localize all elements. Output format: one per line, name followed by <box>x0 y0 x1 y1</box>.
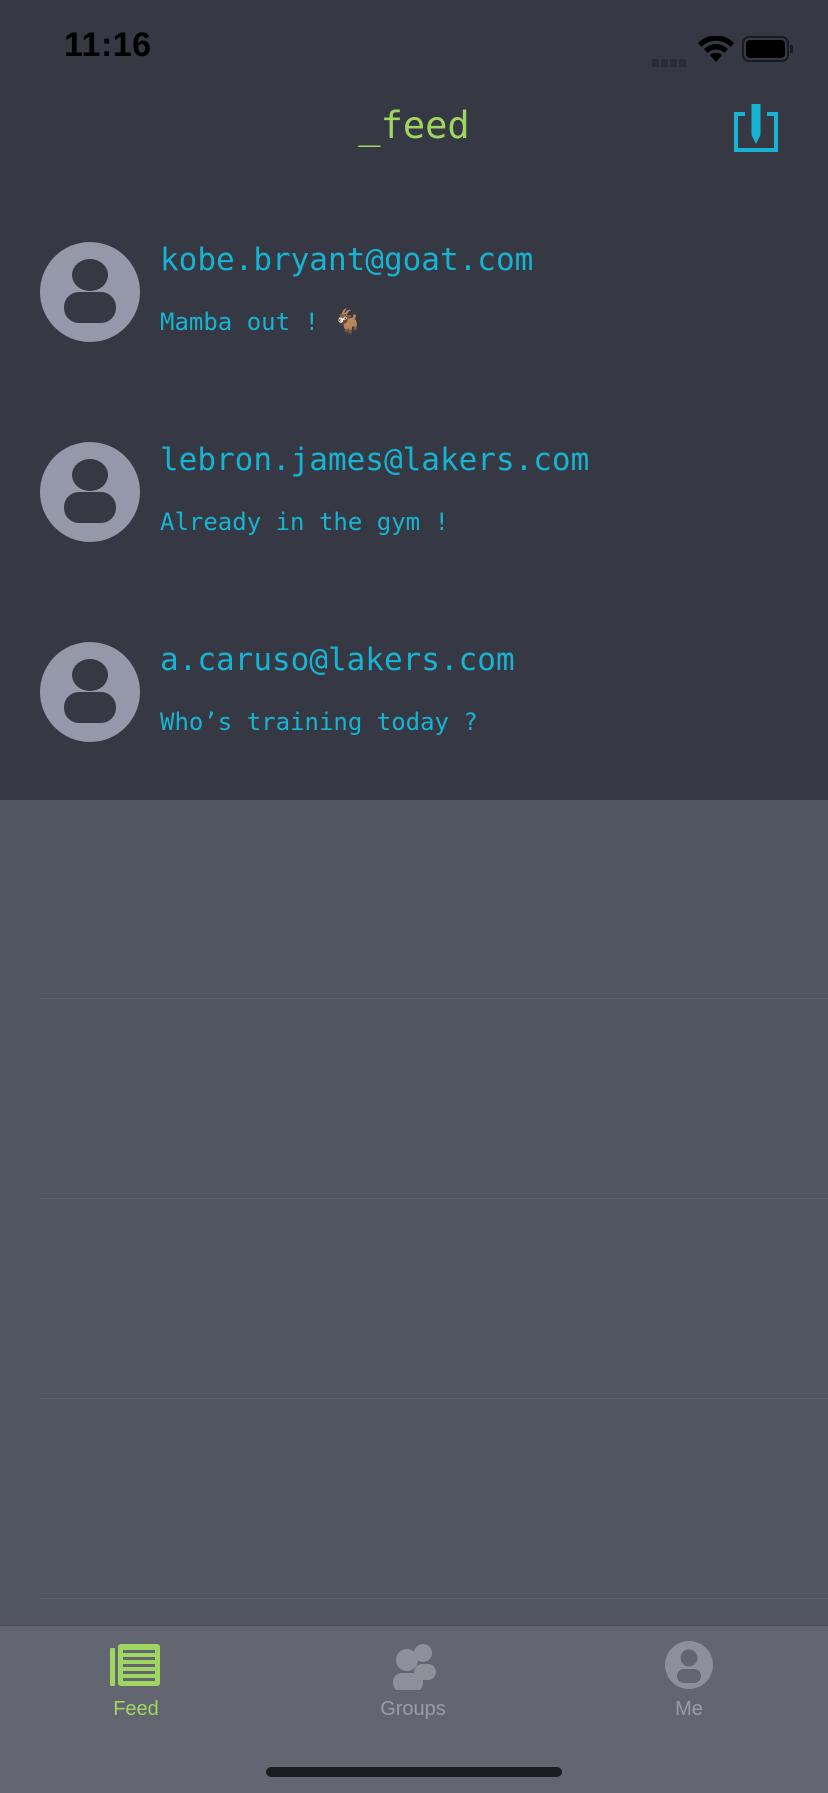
avatar <box>40 642 140 742</box>
empty-row-separator <box>40 998 828 999</box>
people-icon <box>393 1644 436 1690</box>
tab-label: Groups <box>380 1698 446 1720</box>
feed-post-row[interactable]: lebron.james@lakers.com Already in the g… <box>0 400 828 600</box>
home-indicator <box>266 1767 562 1777</box>
avatar <box>40 442 140 542</box>
battery-icon <box>742 36 793 62</box>
cellular-signal-icon <box>652 52 690 67</box>
feed-post-row[interactable]: kobe.bryant@goat.com Mamba out ! 🐐 <box>0 200 828 400</box>
wifi-icon <box>698 36 734 62</box>
post-message: Who’s training today ? <box>160 708 478 736</box>
post-message: Already in the gym ! <box>160 508 449 536</box>
person-icon <box>665 1641 713 1689</box>
tab-label: Me <box>675 1698 703 1720</box>
post-author-email: kobe.bryant@goat.com <box>160 242 534 278</box>
status-bar: 11:16 <box>0 0 828 96</box>
tab-me[interactable]: Me <box>599 1640 779 1721</box>
empty-row-separator <box>40 1598 828 1599</box>
empty-row-separator <box>40 1198 828 1199</box>
compose-button[interactable] <box>730 104 786 154</box>
avatar <box>40 242 140 342</box>
feed-list: kobe.bryant@goat.com Mamba out ! 🐐 lebro… <box>0 200 828 800</box>
post-message: Mamba out ! 🐐 <box>160 308 364 336</box>
post-author-email: a.caruso@lakers.com <box>160 642 515 678</box>
feed-post-row[interactable]: a.caruso@lakers.com Who’s training today… <box>0 600 828 800</box>
tab-feed[interactable]: Feed <box>46 1640 226 1721</box>
post-author-email: lebron.james@lakers.com <box>160 442 590 478</box>
compose-icon <box>734 104 778 152</box>
empty-row-separator <box>40 1398 828 1399</box>
newspaper-icon <box>110 1644 160 1686</box>
page-title: _feed <box>358 104 470 147</box>
tab-groups[interactable]: Groups <box>323 1640 503 1721</box>
status-time: 11:16 <box>64 26 152 64</box>
tab-label: Feed <box>113 1698 159 1720</box>
